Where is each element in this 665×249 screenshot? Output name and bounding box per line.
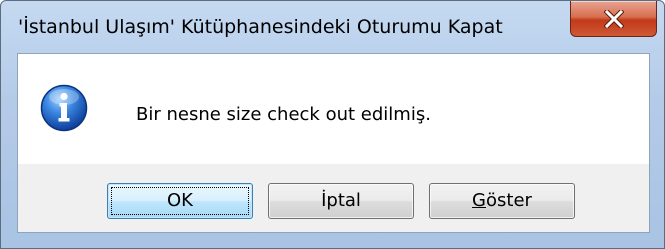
message-text: Bir nesne size check out edilmiş. <box>136 104 431 125</box>
cancel-button-label: İptal <box>321 190 361 211</box>
close-x-icon <box>604 10 624 28</box>
message-area: Bir nesne size check out edilmiş. <box>18 54 649 164</box>
show-button-accesskey: G <box>472 190 486 211</box>
dialog-body: Bir nesne size check out edilmiş. OK İpt… <box>17 53 650 233</box>
ok-button-label: OK <box>167 190 193 211</box>
show-button-label: Göster <box>472 190 532 211</box>
info-icon <box>40 84 88 132</box>
cancel-button[interactable]: İptal <box>268 183 414 219</box>
show-button[interactable]: Göster <box>429 183 575 219</box>
title-bar[interactable]: 'İstanbul Ulaşım' Kütüphanesindeki Oturu… <box>1 1 664 52</box>
close-button[interactable] <box>570 1 657 37</box>
show-button-label-rest: öster <box>486 190 532 211</box>
window-title: 'İstanbul Ulaşım' Kütüphanesindeki Oturu… <box>18 16 503 38</box>
ok-button[interactable]: OK <box>107 183 253 219</box>
message-dialog: 'İstanbul Ulaşım' Kütüphanesindeki Oturu… <box>0 0 665 249</box>
